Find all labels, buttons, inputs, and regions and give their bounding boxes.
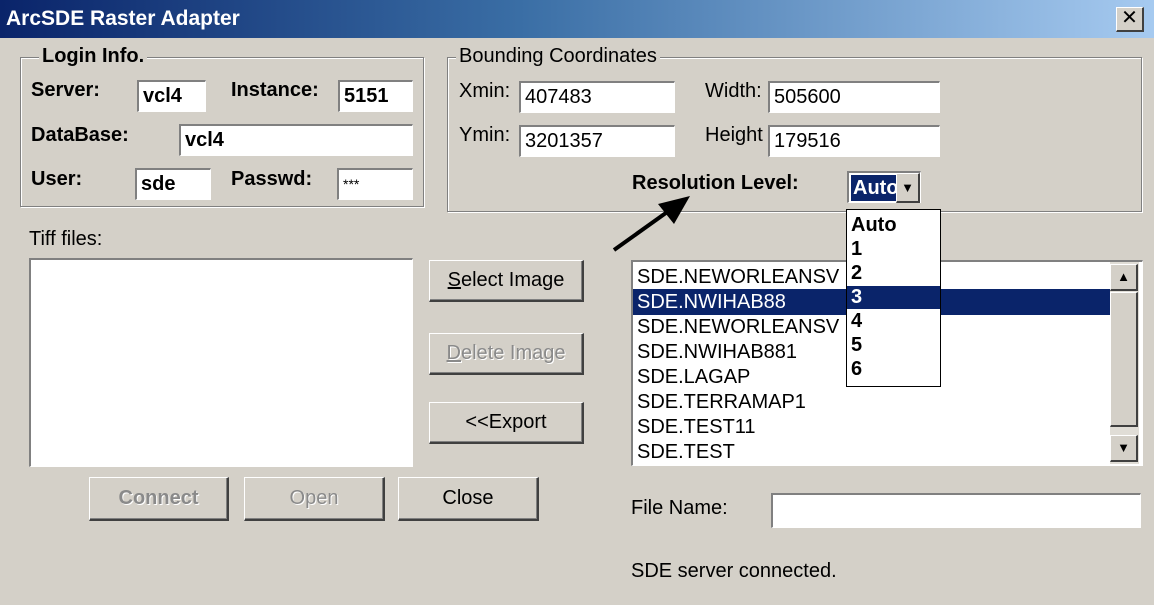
title-bar: ArcSDE Raster Adapter ✕ — [0, 0, 1154, 38]
tiff-files-list[interactable] — [29, 258, 413, 467]
annotation-arrow-icon — [612, 196, 690, 252]
server-label: Server: — [31, 79, 100, 101]
xmin-label: Xmin: — [459, 80, 511, 102]
instance-field[interactable]: 5151 — [338, 80, 413, 112]
chevron-down-icon[interactable]: ▼ — [896, 173, 920, 203]
sde-list-item[interactable]: SDE.LAGAP — [637, 364, 750, 390]
resolution-selected-value: Auto — [851, 175, 901, 201]
resolution-level-select[interactable]: Auto ▼ — [847, 171, 921, 203]
user-field[interactable]: sde — [135, 168, 211, 200]
database-field[interactable]: vcl4 — [179, 124, 413, 156]
scroll-down-icon[interactable]: ▼ — [1110, 435, 1138, 462]
resolution-option[interactable]: 6 — [847, 358, 940, 381]
status-text: SDE server connected. — [631, 560, 837, 582]
width-field[interactable]: 505600 — [768, 81, 940, 113]
window-title: ArcSDE Raster Adapter — [6, 7, 240, 30]
resolution-option[interactable]: 3 — [847, 286, 940, 309]
width-label: Width: — [705, 80, 762, 102]
sde-list-item[interactable]: SDE.NEWORLEANSV — [637, 314, 839, 340]
ymin-field[interactable]: 3201357 — [519, 125, 675, 157]
connect-label: Connect — [118, 487, 199, 509]
open-label: Open — [289, 487, 339, 509]
instance-label: Instance: — [231, 79, 319, 101]
connect-button[interactable]: Connect — [89, 477, 229, 521]
height-label: Height — [705, 124, 763, 146]
sde-list-item[interactable]: SDE.NWIHAB881 — [637, 339, 797, 365]
ymin-label: Ymin: — [459, 124, 511, 146]
select-image-label: Select Image — [447, 269, 565, 291]
resolution-dropdown: Auto 1 2 3 4 5 6 — [846, 209, 941, 387]
resolution-option[interactable]: 4 — [847, 310, 940, 333]
sde-list-item[interactable]: SDE.TEST11 — [637, 414, 756, 440]
delete-image-button[interactable]: Delete Image — [429, 333, 584, 375]
sde-list-item[interactable]: SDE.TEST — [637, 439, 735, 465]
export-label: <<Export — [465, 411, 547, 433]
bounding-coordinates-legend: Bounding Coordinates — [456, 45, 660, 68]
scroll-up-icon[interactable]: ▲ — [1110, 264, 1138, 291]
user-label: User: — [31, 168, 83, 190]
xmin-field[interactable]: 407483 — [519, 81, 675, 113]
open-button[interactable]: Open — [244, 477, 385, 521]
close-button[interactable]: Close — [398, 477, 539, 521]
passwd-field[interactable]: *** — [337, 168, 413, 200]
passwd-label: Passwd: — [231, 168, 313, 190]
file-name-field[interactable] — [771, 493, 1141, 528]
close-label: Close — [442, 487, 494, 509]
resolution-option[interactable]: 1 — [847, 238, 940, 261]
scrollbar-thumb[interactable] — [1110, 292, 1138, 427]
server-field[interactable]: vcl4 — [137, 80, 206, 112]
database-label: DataBase: — [31, 124, 129, 146]
tiff-files-label: Tiff files: — [29, 228, 103, 250]
resolution-option[interactable]: 2 — [847, 262, 940, 285]
file-name-label: File Name: — [631, 497, 728, 519]
close-icon[interactable]: ✕ — [1116, 7, 1144, 32]
export-button[interactable]: <<Export — [429, 402, 584, 444]
login-info-legend: Login Info. — [39, 45, 148, 68]
sde-list-item[interactable]: SDE.TERRAMAP1 — [637, 389, 806, 415]
delete-image-label: Delete Image — [446, 342, 566, 364]
height-field[interactable]: 179516 — [768, 125, 940, 157]
resolution-option[interactable]: Auto — [847, 214, 940, 237]
sde-list-item[interactable]: SDE.NEWORLEANSV — [637, 264, 839, 290]
resolution-option[interactable]: 5 — [847, 334, 940, 357]
select-image-button[interactable]: Select Image — [429, 260, 584, 302]
list-scrollbar[interactable]: ▲ ▼ — [1110, 262, 1139, 464]
